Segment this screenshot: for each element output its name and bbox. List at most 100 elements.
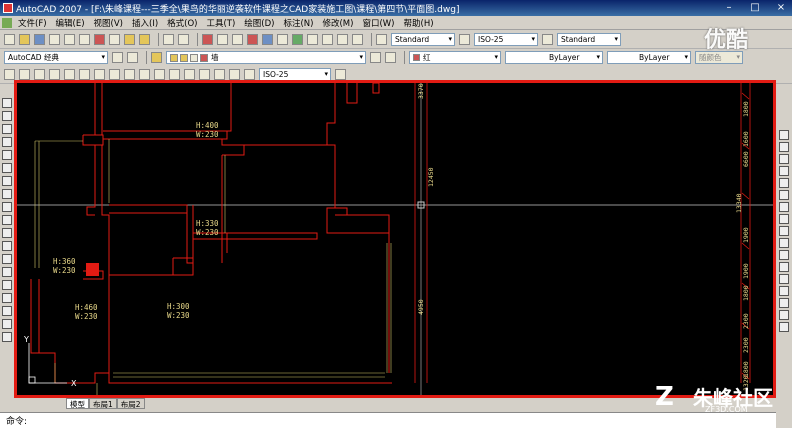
quick-dim-icon[interactable] [124,69,135,80]
calculator-icon[interactable] [337,34,348,45]
scale-icon[interactable] [779,214,789,224]
zoom-previous-icon[interactable] [247,34,258,45]
aligned-dim-icon[interactable] [19,69,30,80]
move-icon[interactable] [779,190,789,200]
radius-dim-icon[interactable] [64,69,75,80]
pan-icon[interactable] [202,34,213,45]
extend-icon[interactable] [779,250,789,260]
menu-format[interactable]: 格式(O) [167,17,197,29]
diameter-dim-icon[interactable] [94,69,105,80]
help-icon[interactable] [352,34,363,45]
dim-text-edit-icon[interactable] [229,69,240,80]
design-center-icon[interactable] [277,34,288,45]
new-file-icon[interactable] [4,34,15,45]
erase-icon[interactable] [779,130,789,140]
color-select[interactable]: 红 ▾ [409,51,501,64]
rectangle-icon[interactable] [2,150,12,160]
menu-draw[interactable]: 绘图(D) [244,17,274,29]
break-at-point-icon[interactable] [779,262,789,272]
redo-icon[interactable] [178,34,189,45]
match-properties-icon[interactable] [139,34,150,45]
publish-icon[interactable] [79,34,90,45]
rotate-icon[interactable] [779,202,789,212]
drawing-canvas[interactable]: H:400 W:230 H:330 W:230 H:360 W:230 H:46… [14,80,776,398]
cut-icon[interactable] [94,34,105,45]
arc-length-icon[interactable] [34,69,45,80]
explode-icon[interactable] [779,322,789,332]
dim-style-manager-icon[interactable] [335,69,346,80]
trim-icon[interactable] [779,238,789,248]
angular-dim-icon[interactable] [109,69,120,80]
insert-block-icon[interactable] [2,241,12,251]
zoom-window-icon[interactable] [232,34,243,45]
jogged-dim-icon[interactable] [79,69,90,80]
properties-icon[interactable] [262,34,273,45]
mirror-icon[interactable] [779,154,789,164]
layer-select[interactable]: 墙 ▾ [166,51,366,64]
table-style-select[interactable]: Standard ▾ [557,33,621,46]
arc-icon[interactable] [2,163,12,173]
menu-modify[interactable]: 修改(M) [322,17,353,29]
menu-tools[interactable]: 工具(T) [206,17,235,29]
menu-dimension[interactable]: 标注(N) [283,17,313,29]
gradient-icon[interactable] [2,293,12,303]
hatch-icon[interactable] [2,280,12,290]
menu-insert[interactable]: 插入(I) [132,17,158,29]
linetype-select[interactable]: ByLayer ▾ [505,51,603,64]
polygon-icon[interactable] [2,137,12,147]
dim-style-select[interactable]: ISO-25 ▾ [474,33,538,46]
workspace-save-icon[interactable] [127,52,138,63]
dim-style-icon[interactable] [459,34,470,45]
baseline-dim-icon[interactable] [139,69,150,80]
ellipse-icon[interactable] [2,215,12,225]
menu-edit[interactable]: 编辑(E) [56,17,85,29]
sheet-set-icon[interactable] [307,34,318,45]
maximize-button[interactable]: □ [748,2,762,13]
menu-window[interactable]: 窗口(W) [362,17,394,29]
copy-icon[interactable] [109,34,120,45]
continue-dim-icon[interactable] [154,69,165,80]
break-icon[interactable] [779,274,789,284]
tab-layout1[interactable]: 布局1 [89,398,117,409]
linear-dim-icon[interactable] [4,69,15,80]
tab-layout2[interactable]: 布局2 [116,398,145,409]
plot-preview-icon[interactable] [64,34,75,45]
text-style-select[interactable]: Standard ▾ [391,33,455,46]
table-icon[interactable] [2,319,12,329]
tool-palettes-icon[interactable] [292,34,303,45]
dim-edit-icon[interactable] [214,69,225,80]
minimize-button[interactable]: – [722,2,736,13]
spline-icon[interactable] [2,202,12,212]
open-file-icon[interactable] [19,34,30,45]
ordinate-dim-icon[interactable] [49,69,60,80]
grip-square[interactable] [86,263,99,276]
markup-icon[interactable] [322,34,333,45]
revision-cloud-icon[interactable] [2,189,12,199]
tolerance-icon[interactable] [184,69,195,80]
center-mark-icon[interactable] [199,69,210,80]
copy-object-icon[interactable] [779,142,789,152]
layer-previous-icon[interactable] [385,52,396,63]
multiline-text-icon[interactable] [2,332,12,342]
table-style-icon[interactable] [542,34,553,45]
layer-manager-icon[interactable] [151,52,162,63]
menu-file[interactable]: 文件(F) [18,17,47,29]
zoom-realtime-icon[interactable] [217,34,228,45]
plot-icon[interactable] [49,34,60,45]
stretch-icon[interactable] [779,226,789,236]
workspace-settings-icon[interactable] [112,52,123,63]
menu-view[interactable]: 视图(V) [94,17,123,29]
tab-model[interactable]: 模型 [66,398,89,409]
construction-line-icon[interactable] [2,111,12,121]
quick-leader-icon[interactable] [169,69,180,80]
paste-icon[interactable] [124,34,135,45]
workspace-select[interactable]: AutoCAD 经典 ▾ [4,51,108,64]
fillet-icon[interactable] [779,310,789,320]
dim-update-icon[interactable] [244,69,255,80]
join-icon[interactable] [779,286,789,296]
undo-icon[interactable] [163,34,174,45]
make-layer-current-icon[interactable] [370,52,381,63]
document-icon[interactable] [2,17,12,28]
text-style-icon[interactable] [376,34,387,45]
chamfer-icon[interactable] [779,298,789,308]
